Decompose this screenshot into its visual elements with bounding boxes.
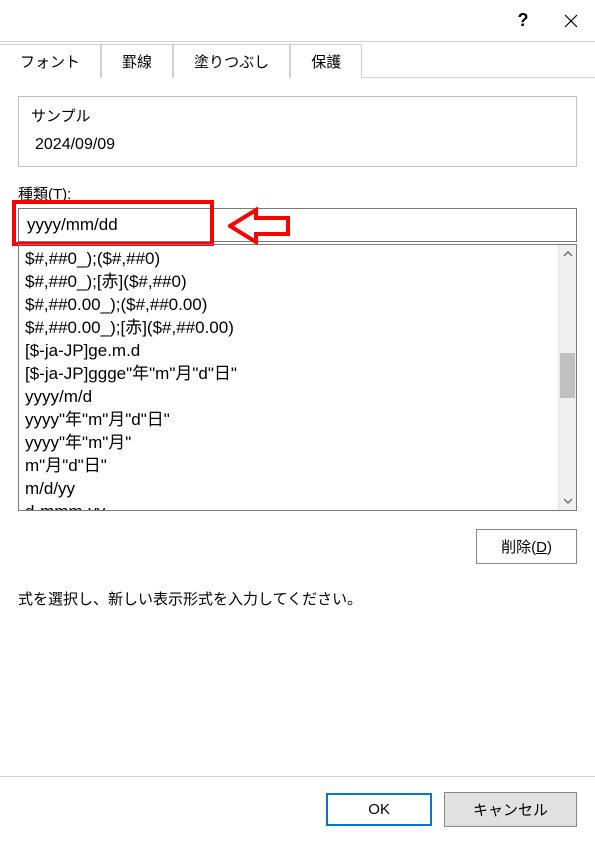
tabs: フォント 罫線 塗りつぶし 保護 [0, 42, 595, 78]
type-input-wrap [18, 208, 577, 242]
format-list: $#,##0_);($#,##0) $#,##0_);[赤]($#,##0) $… [18, 244, 577, 511]
footer: OK キャンセル [0, 776, 595, 842]
chevron-up-icon [563, 251, 573, 257]
tab-protection[interactable]: 保護 [290, 44, 362, 78]
type-input[interactable] [18, 208, 577, 242]
type-label-key: T [53, 186, 62, 203]
content-area: サンプル 2024/09/09 種類(T): $#,##0_);($#,##0)… [0, 78, 595, 609]
list-item[interactable]: $#,##0.00_);($#,##0.00) [25, 293, 552, 316]
scroll-down-button[interactable] [559, 492, 576, 510]
sample-value: 2024/09/09 [31, 136, 564, 154]
titlebar: ? [0, 0, 595, 42]
list-item[interactable]: [$-ja-JP]ggge"年"m"月"d"日" [25, 362, 552, 385]
delete-label-suffix: ) [547, 539, 552, 556]
sample-label: サンプル [31, 105, 564, 126]
list-item[interactable]: $#,##0_);[赤]($#,##0) [25, 270, 552, 293]
type-label-suffix: ): [62, 186, 71, 203]
list-item[interactable]: m/d/yy [25, 477, 552, 500]
delete-button[interactable]: 削除(D) [476, 529, 577, 564]
help-button[interactable]: ? [499, 0, 547, 42]
tab-border[interactable]: 罫線 [101, 44, 173, 78]
list-item[interactable]: d-mmm-yy [25, 500, 552, 510]
list-item[interactable]: yyyy/m/d [25, 385, 552, 408]
delete-label-prefix: 削除( [501, 539, 536, 556]
list-item[interactable]: m"月"d"日" [25, 454, 552, 477]
close-button[interactable] [547, 0, 595, 42]
type-label-prefix: 種類( [18, 186, 53, 203]
tab-fill[interactable]: 塗りつぶし [173, 44, 290, 78]
list-item[interactable]: $#,##0.00_);[赤]($#,##0.00) [25, 316, 552, 339]
delete-label-key: D [536, 539, 547, 556]
scroll-track[interactable] [559, 263, 576, 492]
scrollbar[interactable] [558, 245, 576, 510]
close-icon [564, 14, 578, 28]
description-text: 式を選択し、新しい表示形式を入力してください。 [18, 588, 577, 609]
list-item[interactable]: yyyy"年"m"月" [25, 431, 552, 454]
type-label: 種類(T): [18, 183, 577, 204]
sample-box: サンプル 2024/09/09 [18, 96, 577, 167]
list-item[interactable]: $#,##0_);($#,##0) [25, 247, 552, 270]
chevron-down-icon [563, 498, 573, 504]
cancel-button[interactable]: キャンセル [444, 792, 577, 827]
scroll-up-button[interactable] [559, 245, 576, 263]
list-item[interactable]: [$-ja-JP]ge.m.d [25, 339, 552, 362]
list-content[interactable]: $#,##0_);($#,##0) $#,##0_);[赤]($#,##0) $… [19, 245, 558, 510]
delete-row: 削除(D) [18, 529, 577, 564]
list-item[interactable]: yyyy"年"m"月"d"日" [25, 408, 552, 431]
ok-button[interactable]: OK [326, 793, 432, 826]
scroll-thumb[interactable] [560, 353, 575, 398]
tab-font[interactable]: フォント [0, 44, 101, 78]
